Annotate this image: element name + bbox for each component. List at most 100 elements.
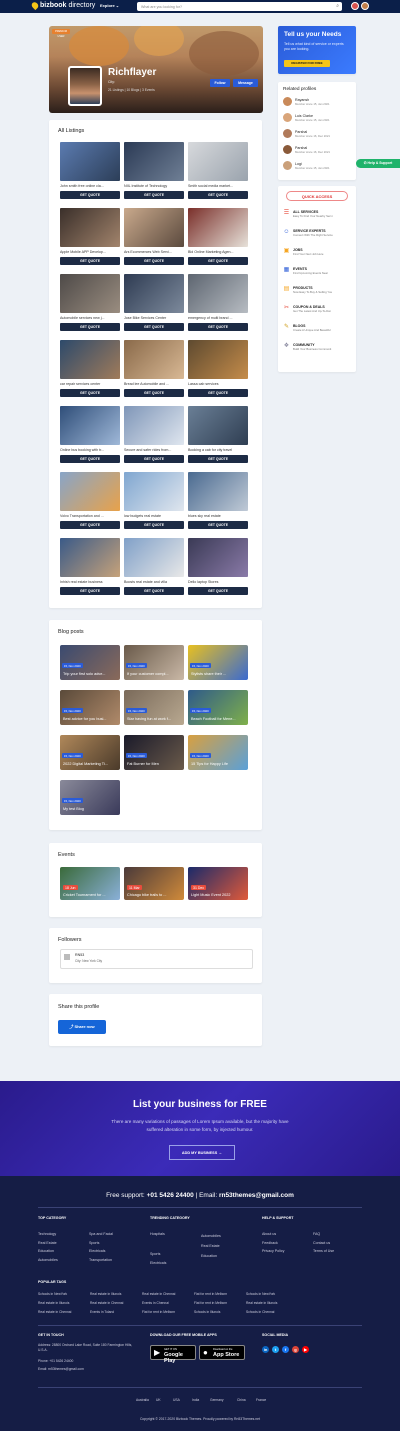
get-quote-button[interactable]: GET QUOTE <box>124 389 184 397</box>
quick-access-item[interactable]: ▤ PRODUCTS Now Easy To Buy & Selling You <box>283 286 332 294</box>
footer-link[interactable]: FAQ <box>313 1232 320 1236</box>
country-link[interactable]: India <box>192 1398 199 1402</box>
listing-image[interactable] <box>60 406 120 445</box>
listing-image[interactable] <box>188 142 248 181</box>
listing-card[interactable]: Ars Ecommerces Web Servi... GET QUOTE <box>124 208 184 265</box>
country-link[interactable]: China <box>237 1398 246 1402</box>
listing-name[interactable]: Ars Ecommerces Web Servi... <box>124 247 184 257</box>
popular-tag[interactable]: Real estate in Illunois <box>38 1301 69 1305</box>
popular-tag[interactable]: Events in Toland <box>90 1310 114 1314</box>
youtube-icon[interactable]: ▶ <box>302 1346 309 1353</box>
popular-tag[interactable]: Schools in NewYork <box>246 1292 275 1296</box>
popular-tag[interactable]: Events in Chennai <box>142 1301 169 1305</box>
app-store-button[interactable]: ● Download on the App Store <box>199 1345 245 1360</box>
related-profile[interactable]: Luis Clarke Member since 15, Jan 2021 <box>283 113 330 122</box>
listing-image[interactable] <box>124 406 184 445</box>
listing-card[interactable]: Automobile services new j... GET QUOTE <box>60 274 120 331</box>
listing-name[interactable]: blues sky real estate <box>188 511 248 521</box>
listing-image[interactable] <box>60 208 120 247</box>
listing-card[interactable]: Dello laptop Stores GET QUOTE <box>188 538 248 595</box>
get-quote-button[interactable]: GET QUOTE <box>60 587 120 595</box>
listing-card[interactable]: Volvo Transportation and ... GET QUOTE <box>60 472 120 529</box>
get-quote-button[interactable]: GET QUOTE <box>124 521 184 529</box>
listing-name[interactable]: Automobile services new j... <box>60 313 120 323</box>
listing-image[interactable] <box>60 142 120 181</box>
footer-link[interactable]: Spa and Facial <box>89 1232 113 1236</box>
blog-card[interactable]: 15, Nov 2020 Fat Burner for Men <box>124 735 184 770</box>
listing-name[interactable]: low budgets real estate <box>124 511 184 521</box>
listing-name[interactable]: Jose Bike Services Center <box>124 313 184 323</box>
country-link[interactable]: UK <box>156 1398 161 1402</box>
blog-title[interactable]: Fat Burner for Men <box>127 762 183 766</box>
listing-card[interactable]: Inhish real estate business GET QUOTE <box>60 538 120 595</box>
blog-title[interactable]: Beach Football for Mene... <box>191 717 247 721</box>
get-quote-button[interactable]: GET QUOTE <box>60 521 120 529</box>
share-button[interactable]: ⤴ Share now <box>58 1020 106 1034</box>
listing-card[interactable]: Lassa cab services GET QUOTE <box>188 340 248 397</box>
listing-name[interactable]: Volvo Transportation and ... <box>60 511 120 521</box>
get-quote-button[interactable]: GET QUOTE <box>124 455 184 463</box>
quick-access-item[interactable]: ▦ EVENTS Find Upcoming Events Near <box>283 267 328 275</box>
footer-link[interactable]: Transportation <box>89 1258 112 1262</box>
footer-link[interactable]: Real Estate <box>38 1241 57 1245</box>
blog-title[interactable]: Trip your first solo adve... <box>63 672 119 676</box>
quick-access-item[interactable]: ☺ SERVICE EXPERTS Connect With The Right S… <box>283 229 332 237</box>
blog-title[interactable]: Best advice for you busi... <box>63 717 119 721</box>
related-profile[interactable]: Rayansh Member since 15, Jan 2021 <box>283 97 330 106</box>
blog-card[interactable]: 15, Nov 2020 Beach Football for Mene... <box>188 690 248 725</box>
follow-button[interactable]: Follow <box>210 79 230 87</box>
search-input[interactable]: What are you looking for? ⌕ <box>137 2 342 11</box>
listing-name[interactable]: Dello laptop Stores <box>188 577 248 587</box>
message-button[interactable]: Message <box>233 79 258 87</box>
listing-card[interactable]: John smith free online cla... GET QUOTE <box>60 142 120 199</box>
popular-tag[interactable]: Real estate in Chennai <box>90 1301 123 1305</box>
follower-item[interactable]: RN53 City: New York City <box>60 949 253 969</box>
footer-link[interactable]: Education <box>201 1254 217 1258</box>
listing-card[interactable]: car repair services center GET QUOTE <box>60 340 120 397</box>
listing-card[interactable]: emergency of multi brand ... GET QUOTE <box>188 274 248 331</box>
popular-tag[interactable]: Real estate in Chennai <box>38 1310 71 1314</box>
event-title[interactable]: Chicago bike trails to ... <box>127 893 183 897</box>
blog-card[interactable]: 15, Nov 2020 Stylists share their ... <box>188 645 248 680</box>
linkedin-icon[interactable]: in <box>262 1346 269 1353</box>
get-quote-button[interactable]: GET QUOTE <box>124 323 184 331</box>
listing-card[interactable]: Secure and safer rides from... GET QUOTE <box>124 406 184 463</box>
listing-image[interactable] <box>60 538 120 577</box>
popular-tag[interactable]: Schools in NewYork <box>38 1292 67 1296</box>
get-quote-button[interactable]: GET QUOTE <box>188 521 248 529</box>
popular-tag[interactable]: Schools in Illunois <box>194 1310 220 1314</box>
footer-link[interactable]: About us <box>262 1232 276 1236</box>
get-quote-button[interactable]: GET QUOTE <box>60 455 120 463</box>
listing-card[interactable]: blues sky real estate GET QUOTE <box>188 472 248 529</box>
quick-access-item[interactable]: ☰ ALL SERVICES Easy To Find Your Nearby Se… <box>283 210 333 218</box>
footer-link[interactable]: Automobiles <box>38 1258 58 1262</box>
footer-link[interactable]: Privacy Policy <box>262 1249 284 1253</box>
listing-name[interactable]: Booking a cab for city travel <box>188 445 248 455</box>
support-phone[interactable]: +01 5426 24400 <box>147 1192 194 1199</box>
popular-tag[interactable]: Real estate in Chennai <box>142 1292 175 1296</box>
listing-image[interactable] <box>188 340 248 379</box>
listing-card[interactable]: Bld Online Marketing Agen... GET QUOTE <box>188 208 248 265</box>
listing-card[interactable]: Smith social media market... GET QUOTE <box>188 142 248 199</box>
footer-link[interactable]: Sports <box>89 1241 99 1245</box>
footer-link[interactable]: Electricals <box>150 1261 166 1265</box>
blog-title[interactable]: Star having fun at work f... <box>127 717 183 721</box>
listing-name[interactable]: car repair services center <box>60 379 120 389</box>
listing-name[interactable]: Apple Mobile APP Develop... <box>60 247 120 257</box>
event-title[interactable]: Light Music Event 2022 <box>191 893 247 897</box>
blog-title[interactable]: Stylists share their ... <box>191 672 247 676</box>
facebook-icon[interactable]: f <box>282 1346 289 1353</box>
popular-tag[interactable]: Flat for rent in Melborn <box>194 1292 227 1296</box>
user-avatar[interactable] <box>361 2 369 10</box>
listing-image[interactable] <box>60 274 120 313</box>
google-plus-icon[interactable]: g <box>292 1346 299 1353</box>
country-link[interactable]: USA <box>173 1398 180 1402</box>
popular-tag[interactable]: Flat for rent in Melborn <box>142 1310 175 1314</box>
register-button[interactable]: REGISTER FOR FREE <box>284 60 330 67</box>
notification-avatar[interactable] <box>351 2 359 10</box>
blog-card[interactable]: 15, Nov 2020 2022 Digital Marketing Ti... <box>60 735 120 770</box>
footer-email[interactable]: Email: rn53themes@gmail.com <box>38 1367 84 1371</box>
get-quote-button[interactable]: GET QUOTE <box>188 587 248 595</box>
listing-name[interactable]: emergency of multi brand ... <box>188 313 248 323</box>
listing-image[interactable] <box>188 208 248 247</box>
